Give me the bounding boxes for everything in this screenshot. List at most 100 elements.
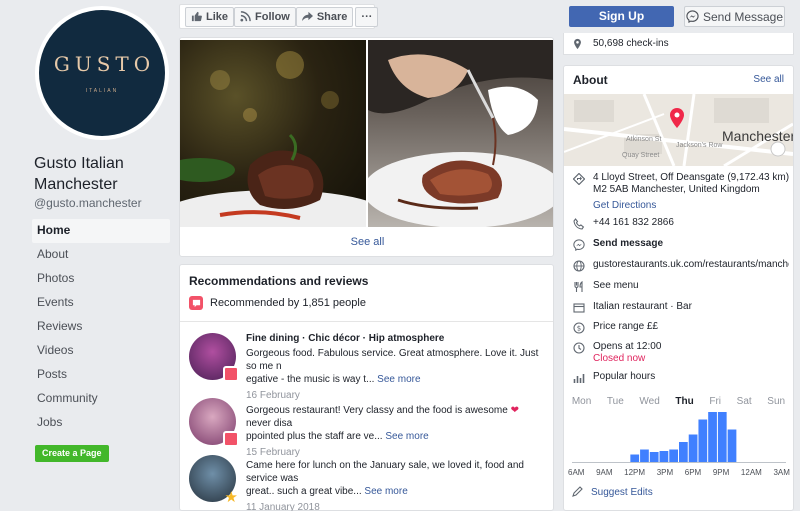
- review-text-line: never disa: [246, 418, 293, 429]
- opens-at: Opens at 12:00: [593, 341, 662, 352]
- photo-steak-dish[interactable]: [180, 40, 366, 227]
- share-button[interactable]: Share: [295, 6, 354, 27]
- recommend-icon: [189, 296, 203, 310]
- like-button[interactable]: Like: [185, 6, 235, 27]
- phone-row: +44 161 832 2866: [571, 217, 789, 231]
- send-message-link[interactable]: Send message: [593, 238, 663, 250]
- category-row: Italian restaurant · Bar: [571, 301, 789, 315]
- day-tab-sat[interactable]: Sat: [737, 396, 752, 407]
- page-title[interactable]: Gusto Italian Manchester: [34, 153, 174, 195]
- phone-number[interactable]: +44 161 832 2866: [593, 217, 674, 229]
- hours-block[interactable]: Opens at 12:00 Closed now: [593, 341, 661, 365]
- messenger-icon: [686, 10, 699, 23]
- price-range: Price range ££: [593, 321, 659, 332]
- review-text-line: egative - the music is way t...: [246, 374, 375, 385]
- logo-subtext: ITALIAN: [85, 88, 119, 94]
- popular-hours-bar-4PM[interactable]: [669, 449, 678, 463]
- price-row: $ Price range ££: [571, 321, 789, 335]
- photo-duck-dish[interactable]: [368, 40, 553, 227]
- day-tab-mon[interactable]: Mon: [572, 396, 591, 407]
- duck-dish-image: [368, 40, 553, 227]
- nav-item-reviews[interactable]: Reviews: [32, 315, 170, 339]
- review-text-line: Gorgeous food. Fabulous service. Great a…: [246, 348, 539, 372]
- day-selector: Mon Tue Wed Thu Fri Sat Sun: [564, 396, 793, 407]
- logo-text: GUSTO: [53, 52, 156, 76]
- location-map[interactable]: Atkinson St Jackson's Row Quay Street Ma…: [564, 94, 793, 166]
- avatar[interactable]: [189, 333, 239, 382]
- review-date[interactable]: 15 February: [246, 447, 546, 458]
- popular-hours-bar-10PM[interactable]: [727, 429, 737, 463]
- category-link[interactable]: Italian restaurant · Bar: [593, 301, 692, 313]
- review-text-line: Gorgeous restaurant! Very classy and the…: [246, 405, 508, 416]
- location-pin-icon: [574, 38, 581, 49]
- nav-item-about[interactable]: About: [32, 243, 170, 267]
- about-see-all-link[interactable]: See all: [753, 74, 784, 85]
- website-link[interactable]: gustorestaurants.uk.com/restaurants/manc…: [593, 259, 789, 271]
- photos-see-all-link[interactable]: See all: [180, 236, 553, 248]
- see-menu-link[interactable]: See menu: [593, 280, 639, 292]
- get-directions-link[interactable]: Get Directions: [593, 200, 656, 211]
- day-tab-sun[interactable]: Sun: [767, 396, 785, 407]
- page-nav: Home About Photos Events Reviews Videos …: [32, 219, 170, 435]
- send-message-button[interactable]: Send Message: [684, 6, 785, 27]
- suggest-edits-link[interactable]: Suggest Edits: [591, 487, 653, 498]
- nav-item-videos[interactable]: Videos: [32, 339, 170, 363]
- nav-item-community[interactable]: Community: [32, 387, 170, 411]
- popular-hours-bar-1PM[interactable]: [640, 449, 649, 463]
- avatar[interactable]: [189, 398, 239, 447]
- svg-text:$: $: [577, 325, 581, 333]
- popular-hours-bar-7PM[interactable]: [698, 419, 708, 463]
- more-options-button[interactable]: ···: [355, 6, 379, 27]
- review-date[interactable]: 16 February: [246, 390, 546, 401]
- map-pin-icon: [670, 108, 684, 128]
- popular-hours-bar-3PM[interactable]: [659, 451, 669, 462]
- popular-hours-bar-2PM[interactable]: [649, 452, 659, 462]
- create-page-button[interactable]: Create a Page: [35, 445, 109, 462]
- see-more-link[interactable]: See more: [377, 374, 420, 385]
- day-tab-wed[interactable]: Wed: [639, 396, 659, 407]
- see-more-link[interactable]: See more: [364, 486, 407, 497]
- send-message-label: Send Message: [702, 9, 784, 24]
- star-badge-icon: ★: [224, 489, 238, 506]
- nav-item-events[interactable]: Events: [32, 291, 170, 315]
- phone-icon: [571, 217, 587, 231]
- avatar[interactable]: ★: [189, 455, 238, 506]
- suggest-edits-row[interactable]: Suggest Edits: [571, 486, 653, 498]
- recommendations-card: Recommendations and reviews Recommended …: [179, 264, 554, 511]
- recommend-badge-icon: [223, 366, 239, 382]
- nav-item-photos[interactable]: Photos: [32, 267, 170, 291]
- pencil-icon: [572, 486, 583, 497]
- review-text-line: Came here for lunch on the January sale,…: [246, 460, 524, 484]
- hours-axis: 6AM 9AM 12PM 3PM 6PM 9PM 12AM 3AM: [568, 468, 790, 477]
- share-label: Share: [316, 10, 348, 23]
- hour-tick-label: 12AM: [740, 468, 762, 477]
- logo: GUSTO ITALIAN: [39, 10, 165, 136]
- nav-item-posts[interactable]: Posts: [32, 363, 170, 387]
- follow-button[interactable]: Follow: [234, 6, 296, 27]
- day-tab-fri[interactable]: Fri: [709, 396, 721, 407]
- about-card: About See all Atkinson St Jackson's Row …: [563, 65, 794, 511]
- popular-hours-bar-6PM[interactable]: [688, 434, 698, 463]
- review-date[interactable]: 11 January 2018: [246, 502, 546, 511]
- review-text: Gorgeous food. Fabulous service. Great a…: [246, 347, 546, 386]
- thumbs-up-icon: [191, 11, 202, 22]
- nav-item-jobs[interactable]: Jobs: [32, 411, 170, 435]
- map-street-label: Jackson's Row: [676, 142, 723, 149]
- address-block: 4 Lloyd Street, Off Deansgate (9,172.43 …: [593, 172, 789, 212]
- popular-hours-bar-9PM[interactable]: [717, 412, 727, 462]
- hour-tick-label: 6PM: [684, 468, 702, 477]
- day-tab-thu[interactable]: Thu: [675, 396, 693, 407]
- review-body: Gorgeous restaurant! Very classy and the…: [246, 404, 546, 458]
- website-row: gustorestaurants.uk.com/restaurants/manc…: [571, 259, 789, 273]
- popular-hours-bar-12PM[interactable]: [630, 454, 640, 463]
- see-more-link[interactable]: See more: [385, 431, 428, 442]
- clock-icon: [571, 341, 587, 355]
- nav-item-home[interactable]: Home: [32, 219, 170, 243]
- follow-label: Follow: [255, 10, 290, 23]
- signup-button[interactable]: Sign Up: [569, 6, 674, 27]
- popular-hours-bar-8PM[interactable]: [708, 412, 717, 462]
- page-action-bar: Like Follow Share ···: [179, 4, 379, 29]
- day-tab-tue[interactable]: Tue: [607, 396, 624, 407]
- page-profile-picture[interactable]: GUSTO ITALIAN: [35, 6, 169, 140]
- popular-hours-bar-5PM[interactable]: [679, 442, 688, 462]
